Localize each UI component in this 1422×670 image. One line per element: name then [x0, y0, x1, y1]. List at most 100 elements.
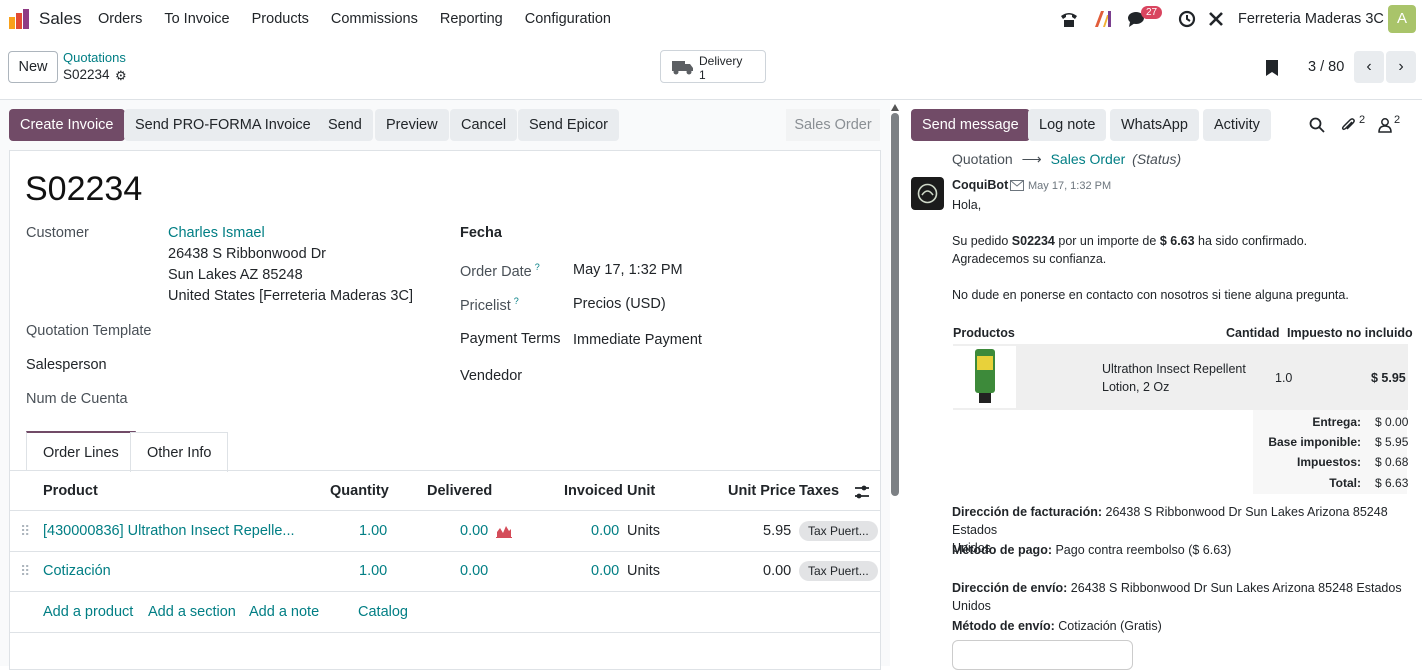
tracking-line: Quotation ⟶ Sales Order (Status)	[952, 151, 1181, 168]
fecha-label: Fecha	[460, 225, 502, 241]
row1-unit-price[interactable]: 5.95	[763, 523, 791, 539]
scroll-up-arrow[interactable]	[891, 104, 899, 111]
tracking-new-value: Sales Order	[1050, 151, 1126, 167]
menu-reporting[interactable]: Reporting	[440, 11, 503, 27]
followers-icon[interactable]	[1377, 117, 1393, 133]
payment-method: Método de pago: Pago contra reembolso ($…	[952, 543, 1232, 557]
customer-address-3: United States [Ferreteria Maderas 3C]	[168, 288, 413, 304]
forecast-chart-icon[interactable]	[496, 524, 512, 538]
tab-order-lines[interactable]: Order Lines	[26, 431, 136, 471]
msg-greeting: Hola,	[952, 198, 982, 212]
pager-previous-button[interactable]: ‹	[1354, 51, 1384, 83]
main-menu: Orders To Invoice Products Commissions R…	[98, 11, 633, 27]
msg-line3: No dude en ponerse en contacto con nosot…	[952, 288, 1349, 302]
breadcrumb-quotations[interactable]: Quotations	[63, 50, 126, 65]
row2-quantity[interactable]: 1.00	[359, 563, 387, 579]
drag-handle-icon[interactable]: ⠿	[20, 563, 30, 580]
payment-terms-label: Payment Terms	[460, 331, 561, 347]
phone-icon[interactable]	[1058, 8, 1080, 30]
col-unit[interactable]: Unit	[627, 483, 655, 499]
bookmark-icon[interactable]	[1266, 60, 1278, 76]
gear-icon[interactable]: ⚙	[115, 68, 127, 84]
paperclip-icon[interactable]	[1340, 117, 1356, 133]
send-message-button[interactable]: Send message	[911, 109, 1030, 141]
row2-product[interactable]: Cotización	[43, 563, 111, 579]
app-brand[interactable]: Sales	[39, 9, 82, 29]
add-section-link[interactable]: Add a section	[148, 604, 236, 620]
add-product-link[interactable]: Add a product	[43, 604, 133, 620]
log-note-button[interactable]: Log note	[1028, 109, 1107, 141]
optional-columns-icon[interactable]	[854, 484, 870, 500]
new-button[interactable]: New	[8, 51, 58, 83]
whatsapp-button[interactable]: WhatsApp	[1110, 109, 1199, 141]
row1-tax-badge[interactable]: Tax Puert...	[799, 521, 878, 541]
form-scrollbar[interactable]	[891, 113, 899, 496]
sales-app-icon[interactable]	[9, 9, 31, 29]
clock-icon[interactable]	[1176, 8, 1198, 30]
row1-quantity[interactable]: 1.00	[359, 523, 387, 539]
add-note-link[interactable]: Add a note	[249, 604, 319, 620]
payment-terms-value[interactable]: Immediate Payment	[573, 332, 702, 348]
row2-unit[interactable]: Units	[627, 563, 660, 579]
author-name[interactable]: CoquiBot	[952, 178, 1008, 192]
order-date-label: Order Date?	[460, 262, 540, 280]
activity-button[interactable]: Activity	[1203, 109, 1271, 141]
total-total-label: Total:	[1329, 476, 1361, 490]
tools-icon[interactable]	[1205, 8, 1227, 30]
col-quantity[interactable]: Quantity	[330, 483, 389, 499]
menu-orders[interactable]: Orders	[98, 11, 142, 27]
col-invoiced[interactable]: Invoiced	[564, 483, 623, 499]
send-epicor-button[interactable]: Send Epicor	[518, 109, 619, 141]
pager-value[interactable]: 3 / 80	[1308, 59, 1344, 75]
cancel-button[interactable]: Cancel	[450, 109, 518, 141]
truck-icon	[672, 61, 693, 75]
row2-unit-price[interactable]: 0.00	[763, 563, 791, 579]
envelope-icon	[1010, 180, 1024, 191]
author-avatar[interactable]	[911, 177, 944, 210]
catalog-link[interactable]: Catalog	[358, 604, 408, 620]
ai-icon[interactable]	[1092, 8, 1114, 30]
total-entrega-label: Entrega:	[1312, 415, 1361, 429]
drag-handle-icon[interactable]: ⠿	[20, 523, 30, 540]
row2-invoiced[interactable]: 0.00	[591, 563, 619, 579]
row2-delivered[interactable]: 0.00	[460, 563, 488, 579]
row1-delivered[interactable]: 0.00	[460, 523, 488, 539]
customer-link[interactable]: Charles Ismael	[168, 225, 265, 241]
user-avatar[interactable]: A	[1388, 5, 1416, 33]
col-delivered[interactable]: Delivered	[427, 483, 492, 499]
row1-unit[interactable]: Units	[627, 523, 660, 539]
menu-configuration[interactable]: Configuration	[525, 11, 611, 27]
row2-tax-badge[interactable]: Tax Puert...	[799, 561, 878, 581]
col-unit-price[interactable]: Unit Price	[728, 483, 796, 499]
menu-commissions[interactable]: Commissions	[331, 11, 418, 27]
row-divider	[10, 632, 880, 633]
menu-to-invoice[interactable]: To Invoice	[164, 11, 229, 27]
control-panel: New Quotations S02234 ⚙ Delivery 1 3 / 8…	[0, 38, 1422, 100]
total-total-value: $ 6.63	[1375, 476, 1409, 490]
order-date-value[interactable]: May 17, 1:32 PM	[573, 262, 683, 278]
vendedor-label: Vendedor	[460, 368, 523, 384]
pricelist-value[interactable]: Precios (USD)	[573, 296, 666, 312]
order-name: S02234	[25, 170, 143, 208]
company-switcher[interactable]: Ferreteria Maderas 3C	[1238, 11, 1384, 27]
tab-other-info[interactable]: Other Info	[130, 432, 229, 472]
msg-line2: Agradecemos su confianza.	[952, 252, 1107, 266]
form-sheet	[9, 150, 881, 670]
col-taxes[interactable]: Taxes	[799, 483, 839, 499]
arrow-right-icon: ⟶	[1021, 151, 1042, 167]
delivery-smart-button[interactable]: Delivery 1	[660, 50, 766, 83]
top-navbar: Sales Orders To Invoice Products Commiss…	[0, 0, 1422, 38]
send-proforma-button[interactable]: Send PRO-FORMA Invoice	[124, 109, 322, 141]
customer-label: Customer	[26, 225, 89, 241]
menu-products[interactable]: Products	[252, 11, 309, 27]
pager-next-button[interactable]: ›	[1386, 51, 1416, 83]
search-icon[interactable]	[1309, 117, 1325, 133]
row1-invoiced[interactable]: 0.00	[591, 523, 619, 539]
tracking-field: (Status)	[1132, 151, 1182, 167]
col-product[interactable]: Product	[43, 483, 98, 499]
send-button[interactable]: Send	[317, 109, 373, 141]
delivery-count: 1	[699, 68, 706, 82]
create-invoice-button[interactable]: Create Invoice	[9, 109, 125, 141]
row1-product[interactable]: [430000836] Ultrathon Insect Repelle...	[43, 523, 295, 539]
preview-button[interactable]: Preview	[375, 109, 449, 141]
